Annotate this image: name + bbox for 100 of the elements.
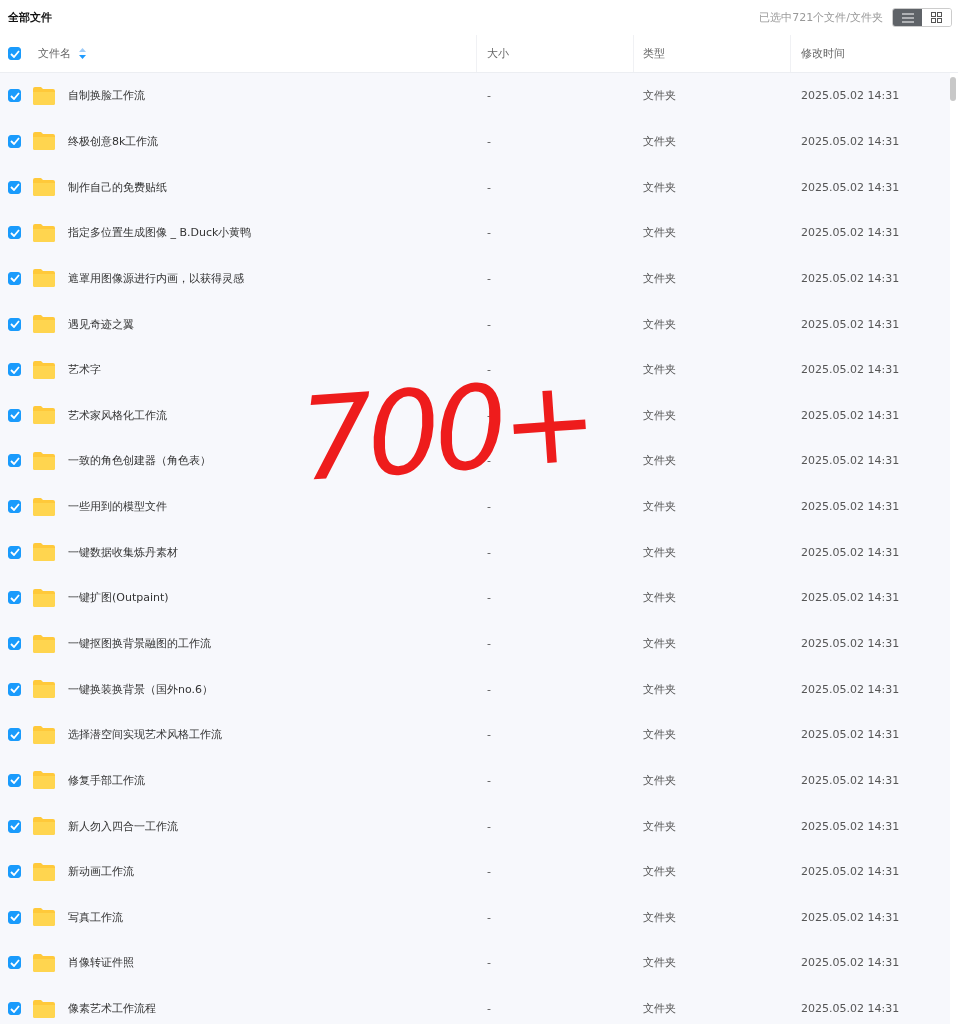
modified-time: 2025.05.02 14:31 — [801, 317, 900, 331]
column-header[interactable]: 类型 — [643, 46, 665, 61]
folder-icon — [32, 770, 56, 791]
file-name[interactable]: 肖像转证件照 — [68, 955, 134, 971]
file-name[interactable]: 一致的角色创建器（角色表） — [68, 453, 211, 469]
file-size: - — [487, 89, 491, 103]
file-size: - — [487, 545, 491, 559]
modified-time: 2025.05.02 14:31 — [801, 545, 900, 559]
folder-icon — [32, 861, 56, 882]
file-size: - — [487, 819, 491, 833]
file-type: 文件夹 — [643, 818, 676, 834]
file-name[interactable]: 一键换装换背景（国外no.6） — [68, 681, 213, 697]
row-checkbox[interactable] — [8, 226, 21, 240]
file-name[interactable]: 一键抠图换背景融图的工作流 — [68, 636, 211, 651]
row-checkbox[interactable] — [8, 180, 21, 194]
file-name[interactable]: 艺术家风格化工作流 — [68, 407, 167, 423]
folder-icon — [32, 268, 56, 289]
modified-time: 2025.05.02 14:31 — [801, 865, 900, 879]
file-name[interactable]: 自制换脸工作流 — [68, 88, 145, 104]
sort-icon[interactable] — [79, 48, 86, 59]
row-checkbox[interactable] — [8, 408, 21, 422]
folder-icon — [32, 131, 56, 152]
row-checkbox[interactable] — [8, 271, 21, 285]
file-name[interactable]: 新人勿入四合一工作流 — [68, 818, 178, 834]
modified-time: 2025.05.02 14:31 — [801, 773, 900, 787]
file-size: - — [487, 363, 491, 377]
row-checkbox[interactable] — [8, 363, 21, 377]
modified-time: 2025.05.02 14:31 — [801, 910, 900, 924]
row-checkbox[interactable] — [8, 134, 21, 148]
file-type: 文件夹 — [643, 316, 676, 332]
file-name[interactable]: 遇见奇迹之翼 — [68, 316, 134, 332]
file-size: - — [487, 1002, 491, 1016]
folder-icon — [32, 450, 56, 471]
file-name[interactable]: 修复手部工作流 — [68, 772, 145, 788]
row-checkbox[interactable] — [8, 1002, 21, 1016]
row-checkbox[interactable] — [8, 865, 21, 879]
grid-icon — [931, 12, 942, 23]
column-header[interactable]: 修改时间 — [801, 46, 845, 61]
row-checkbox[interactable] — [8, 591, 21, 605]
modified-time: 2025.05.02 14:31 — [801, 180, 900, 194]
file-size: - — [487, 180, 491, 194]
modified-time: 2025.05.02 14:31 — [801, 591, 900, 605]
row-checkbox[interactable] — [8, 454, 21, 468]
file-name[interactable]: 指定多位置生成图像 _ B.Duck小黄鸭 — [68, 225, 252, 241]
file-size: - — [487, 910, 491, 924]
select-all-checkbox[interactable] — [8, 47, 21, 60]
file-name[interactable]: 终极创意8k工作流 — [68, 133, 159, 149]
file-type: 文件夹 — [643, 453, 676, 469]
row-checkbox[interactable] — [8, 773, 21, 787]
folder-icon — [32, 679, 56, 700]
file-type: 文件夹 — [643, 681, 676, 697]
file-type: 文件夹 — [643, 225, 676, 241]
file-type: 文件夹 — [643, 955, 676, 971]
modified-time: 2025.05.02 14:31 — [801, 819, 900, 833]
file-type: 文件夹 — [643, 133, 676, 149]
file-name[interactable]: 制作自己的免费贴纸 — [68, 179, 167, 195]
file-name[interactable]: 一键扩图(Outpaint) — [68, 590, 169, 606]
file-type: 文件夹 — [643, 407, 676, 423]
column-header[interactable]: 大小 — [487, 46, 509, 61]
file-type: 文件夹 — [643, 909, 676, 925]
file-size: - — [487, 773, 491, 787]
row-checkbox[interactable] — [8, 545, 21, 559]
file-name[interactable]: 一些用到的模型文件 — [68, 499, 167, 515]
folder-icon — [32, 405, 56, 426]
row-checkbox[interactable] — [8, 728, 21, 742]
folder-icon — [32, 907, 56, 928]
file-name[interactable]: 遮罩用图像源进行内画，以获得灵感 — [68, 270, 244, 286]
row-checkbox[interactable] — [8, 682, 21, 696]
modified-time: 2025.05.02 14:31 — [801, 728, 900, 742]
row-checkbox[interactable] — [8, 637, 21, 650]
column-header[interactable]: 文件名 — [38, 46, 71, 61]
folder-icon — [32, 542, 56, 563]
file-name[interactable]: 一键数据收集炼丹素材 — [68, 544, 178, 560]
file-type: 文件夹 — [643, 727, 676, 743]
modified-time: 2025.05.02 14:31 — [801, 500, 900, 514]
modified-time: 2025.05.02 14:31 — [801, 89, 900, 103]
file-size: - — [487, 637, 491, 650]
row-checkbox[interactable] — [8, 317, 21, 331]
scrollbar-thumb[interactable] — [950, 77, 956, 101]
row-checkbox[interactable] — [8, 910, 21, 924]
row-checkbox[interactable] — [8, 819, 21, 833]
folder-icon — [32, 816, 56, 837]
file-size: - — [487, 271, 491, 285]
row-checkbox[interactable] — [8, 956, 21, 970]
row-checkbox[interactable] — [8, 89, 21, 103]
folder-icon — [32, 953, 56, 973]
file-name[interactable]: 艺术字 — [68, 362, 101, 378]
file-size: - — [487, 956, 491, 970]
selection-count: 已选中721个文件/文件夹 — [759, 10, 883, 25]
folder-icon — [32, 359, 56, 380]
folder-icon — [32, 998, 56, 1019]
file-type: 文件夹 — [643, 864, 676, 880]
file-type: 文件夹 — [643, 636, 676, 651]
file-name[interactable]: 选择潜空间实现艺术风格工作流 — [68, 727, 222, 743]
file-name[interactable]: 写真工作流 — [68, 909, 123, 925]
folder-icon — [32, 314, 56, 334]
file-name[interactable]: 像素艺术工作流程 — [68, 1001, 156, 1017]
row-checkbox[interactable] — [8, 500, 21, 514]
file-type: 文件夹 — [643, 362, 676, 378]
file-name[interactable]: 新动画工作流 — [68, 864, 134, 880]
